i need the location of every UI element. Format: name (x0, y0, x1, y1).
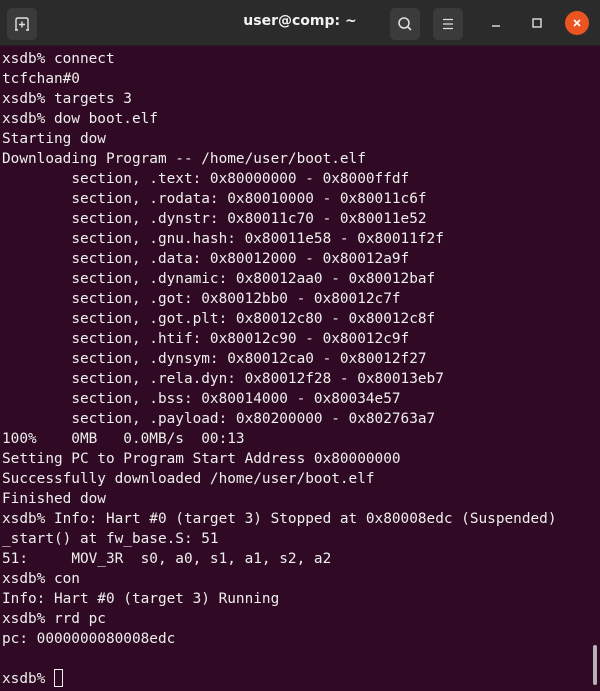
terminal-line: Starting dow (2, 131, 106, 147)
terminal-line: xsdb% Info: Hart #0 (target 3) Stopped a… (2, 511, 557, 527)
prompt-line[interactable]: xsdb% (2, 669, 590, 689)
terminal-line: xsdb% dow boot.elf (2, 111, 158, 127)
terminal-line: Setting PC to Program Start Address 0x80… (2, 451, 401, 467)
hamburger-menu-icon (440, 16, 456, 32)
terminal-line: section, .got: 0x80012bb0 - 0x80012c7f (2, 291, 401, 307)
terminal-line: pc: 0000000080008edc (2, 631, 176, 647)
search-button[interactable] (390, 8, 420, 40)
maximize-button[interactable] (525, 11, 549, 35)
terminal-line: Successfully downloaded /home/user/boot.… (2, 471, 375, 487)
terminal-line: section, .gnu.hash: 0x80011e58 - 0x80011… (2, 231, 444, 247)
terminal-line: section, .htif: 0x80012c90 - 0x80012c9f (2, 331, 410, 347)
window-title: user@comp: ~ (243, 13, 357, 29)
minimize-button[interactable] (484, 11, 508, 35)
terminal-line: section, .data: 0x80012000 - 0x80012a9f (2, 251, 410, 267)
terminal-output[interactable]: xsdb% connect tcfchan#0 xsdb% targets 3 xsd… (0, 47, 590, 691)
terminal-line: section, .text: 0x80000000 - 0x8000ffdf (2, 171, 410, 187)
terminal-line: xsdb% targets 3 (2, 91, 132, 107)
text-cursor (53, 669, 63, 687)
terminal-line: section, .dynstr: 0x80011c70 - 0x80011e5… (2, 211, 427, 227)
terminal-line: Downloading Program -- /home/user/boot.e… (2, 151, 366, 167)
search-icon (397, 16, 413, 32)
terminal-line: tcfchan#0 (2, 71, 80, 87)
terminal-line: 100% 0MB 0.0MB/s 00:13 (2, 431, 245, 447)
prompt: xsdb% (2, 671, 54, 687)
terminal-line: Info: Hart #0 (target 3) Running (2, 591, 280, 607)
terminal-line: section, .payload: 0x80200000 - 0x802763… (2, 411, 436, 427)
scrollbar-thumb[interactable] (593, 645, 597, 685)
terminal-line: section, .dynamic: 0x80012aa0 - 0x80012b… (2, 271, 436, 287)
terminal-line: section, .bss: 0x80014000 - 0x80034e57 (2, 391, 401, 407)
maximize-icon (531, 14, 543, 33)
terminal-line: section, .rodata: 0x80010000 - 0x80011c6… (2, 191, 427, 207)
terminal-line: xsdb% rrd pc (2, 611, 106, 627)
close-icon (571, 14, 583, 33)
minimize-icon (490, 14, 502, 33)
terminal-line: section, .got.plt: 0x80012c80 - 0x80012c… (2, 311, 436, 327)
terminal-line: xsdb% connect (2, 51, 115, 67)
terminal-line: section, .dynsym: 0x80012ca0 - 0x80012f2… (2, 351, 427, 367)
terminal-line: _start() at fw_base.S: 51 (2, 531, 219, 547)
title-bar[interactable]: user@comp: ~ (0, 0, 600, 46)
terminal-line: Finished dow (2, 491, 106, 507)
terminal-line: 51: MOV_3R s0, a0, s1, a1, s2, a2 (2, 551, 332, 567)
close-button[interactable] (565, 11, 589, 35)
terminal-line: xsdb% con (2, 571, 80, 587)
menu-button[interactable] (433, 8, 463, 40)
scrollbar[interactable] (590, 47, 598, 691)
terminal-window: user@comp: ~ xsdb% connect tcfchan#0 xsd… (0, 0, 600, 691)
terminal-line: section, .rela.dyn: 0x80012f28 - 0x80013… (2, 371, 444, 387)
